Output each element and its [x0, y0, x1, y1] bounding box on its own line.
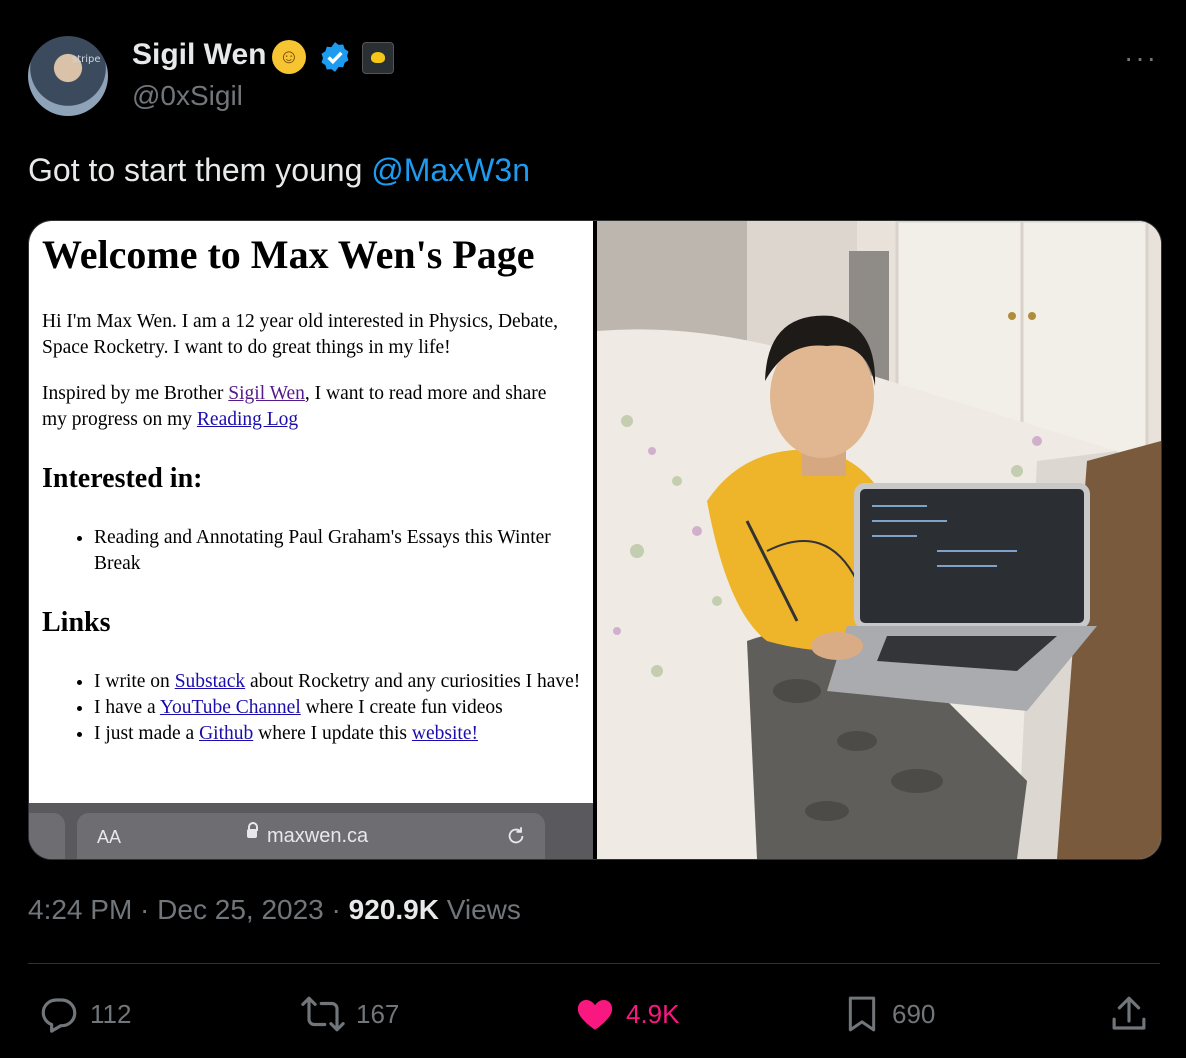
list-item: I just made a Github where I update this… [94, 721, 584, 747]
heart-icon [577, 1000, 613, 1030]
author-handle[interactable]: @0xSigil [132, 80, 243, 112]
reload-icon[interactable] [505, 825, 527, 847]
link1-suffix: about Rocketry and any curiosities I hav… [245, 671, 581, 692]
intro-paragraph: Hi I'm Max Wen. I am a 12 year old inter… [42, 311, 559, 358]
inspired-prefix: Inspired by me Brother [42, 383, 229, 404]
more-options-icon[interactable]: ··· [1124, 42, 1158, 74]
avatar-shirt-text: stripe [72, 54, 101, 65]
like-count: 4.9K [626, 998, 680, 1029]
list-item: Reading and Annotating Paul Graham's Ess… [94, 525, 584, 577]
links-list: I write on Substack about Rocketry and a… [42, 669, 584, 747]
github-link[interactable]: Github [199, 723, 253, 744]
link2-suffix: where I create fun videos [300, 697, 503, 718]
interested-heading: Interested in: [42, 463, 203, 494]
page-heading: Welcome to Max Wen's Page [42, 232, 535, 277]
browser-url[interactable]: maxwen.ca [267, 825, 368, 848]
sigil-wen-link[interactable]: Sigil Wen [228, 383, 305, 404]
affiliate-badge-icon[interactable] [362, 42, 394, 74]
tweet-media[interactable]: Welcome to Max Wen's Page Hi I'm Max Wen… [28, 220, 1162, 860]
links-heading: Links [42, 607, 111, 638]
verified-icon[interactable] [318, 40, 352, 74]
interested-list: Reading and Annotating Paul Graham's Ess… [42, 525, 584, 577]
cat-emoji-icon: ☺ [272, 40, 306, 74]
timestamp-separator: · [132, 894, 158, 925]
views-count: 920.9K [348, 894, 439, 925]
tweet-text: Got to start them young @MaxW3n [28, 152, 530, 189]
inspired-paragraph: Inspired by me Brother Sigil Wen, I want… [42, 381, 562, 433]
youtube-link[interactable]: YouTube Channel [160, 697, 301, 718]
reply-count: 112 [90, 998, 132, 1029]
views-separator: · [323, 894, 349, 925]
bookmark-button[interactable]: 690 [842, 992, 935, 1036]
tweet-date[interactable]: Dec 25, 2023 [157, 894, 324, 925]
views-label: Views [438, 894, 521, 925]
photo-illustration [597, 221, 1161, 859]
reply-button[interactable]: 112 [38, 992, 131, 1036]
substack-link[interactable]: Substack [175, 671, 245, 692]
list-item: I write on Substack about Rocketry and a… [94, 669, 584, 695]
mention-link[interactable]: @MaxW3n [371, 152, 530, 188]
author-name[interactable]: Sigil Wen [132, 38, 266, 72]
share-button[interactable] [1108, 992, 1160, 1036]
tweet-time[interactable]: 4:24 PM [28, 894, 132, 925]
tweet-timestamp[interactable]: 4:24 PM · Dec 25, 2023 · 920.9K Views [28, 894, 521, 926]
bookmark-count: 690 [892, 998, 936, 1029]
repost-button[interactable]: 167 [300, 992, 399, 1036]
reply-icon [41, 998, 77, 1033]
lock-icon [247, 822, 258, 838]
browser-url-bar[interactable]: AA maxwen.ca [77, 813, 545, 859]
repost-icon [301, 996, 345, 1032]
list-item: I have a YouTube Channel where I create … [94, 695, 584, 721]
share-icon [1112, 996, 1146, 1030]
website-link[interactable]: website! [412, 723, 478, 744]
like-button[interactable]: 4.9K [574, 992, 680, 1036]
bookmark-icon [848, 996, 876, 1032]
photo-boy-with-laptop[interactable] [597, 221, 1161, 859]
reader-text-size-button[interactable]: AA [97, 827, 121, 848]
link2-prefix: I have a [94, 697, 160, 718]
website-screenshot[interactable]: Welcome to Max Wen's Page Hi I'm Max Wen… [29, 221, 593, 859]
repost-count: 167 [356, 998, 400, 1029]
tweet-body: Got to start them young [28, 152, 372, 188]
avatar[interactable]: stripe [28, 36, 108, 116]
browser-tab-edge [29, 813, 65, 859]
divider [28, 963, 1160, 964]
link3-prefix: I just made a [94, 723, 200, 744]
link1-prefix: I write on [94, 671, 175, 692]
link3-middle: where I update this [253, 723, 412, 744]
reading-log-link[interactable]: Reading Log [197, 409, 298, 430]
